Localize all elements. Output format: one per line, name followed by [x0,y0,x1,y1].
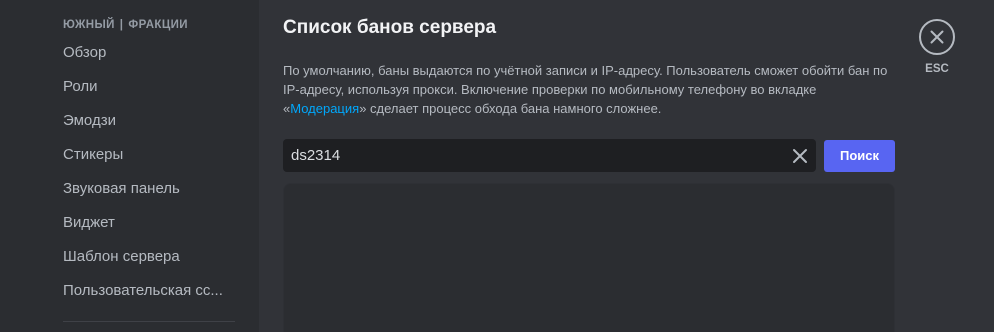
bans-page: Список банов сервера По умолчанию, баны … [259,0,994,332]
close-icon [792,148,807,163]
sidebar-item-soundboard[interactable]: Звуковая панель [63,172,238,206]
page-title: Список банов сервера [283,17,497,38]
search-button[interactable]: Поиск [824,139,895,172]
section-name: ФРАКЦИИ [128,19,188,31]
search-input[interactable] [283,139,783,172]
description-text-end: » сделает процесс обхода бана намного сл… [359,101,662,116]
server-name: ЮЖНЫЙ [63,19,115,31]
settings-window: ЮЖНЫЙ | ФРАКЦИИ Обзор Роли Эмодзи Стикеры … [0,0,994,332]
sidebar-item-server-template[interactable]: Шаблон сервера [63,240,238,274]
sidebar-item-overview[interactable]: Обзор [63,36,238,70]
sidebar-item-custom-link[interactable]: Пользовательская сс... [63,274,238,308]
search-row: Поиск [283,139,895,172]
sidebar-item-roles[interactable]: Роли [63,70,238,104]
settings-sidebar: ЮЖНЫЙ | ФРАКЦИИ Обзор Роли Эмодзи Стикеры … [0,0,259,332]
sidebar-item-emoji[interactable]: Эмодзи [63,104,238,138]
search-box [283,139,816,172]
page-description: По умолчанию, баны выдаются по учётной з… [283,61,895,118]
sidebar-divider [63,321,235,322]
close-icon [930,30,944,44]
sidebar-item-widget[interactable]: Виджет [63,206,238,240]
moderation-link[interactable]: Модерация [290,101,359,116]
clear-search-button[interactable] [783,139,816,172]
close-button[interactable] [919,19,955,55]
header-separator: | [119,19,124,31]
ban-list-panel [283,183,895,332]
sidebar-item-stickers[interactable]: Стикеры [63,138,238,172]
esc-label: ESC [925,63,949,75]
close-settings: ESC [919,19,955,75]
sidebar-header: ЮЖНЫЙ | ФРАКЦИИ [63,19,259,31]
